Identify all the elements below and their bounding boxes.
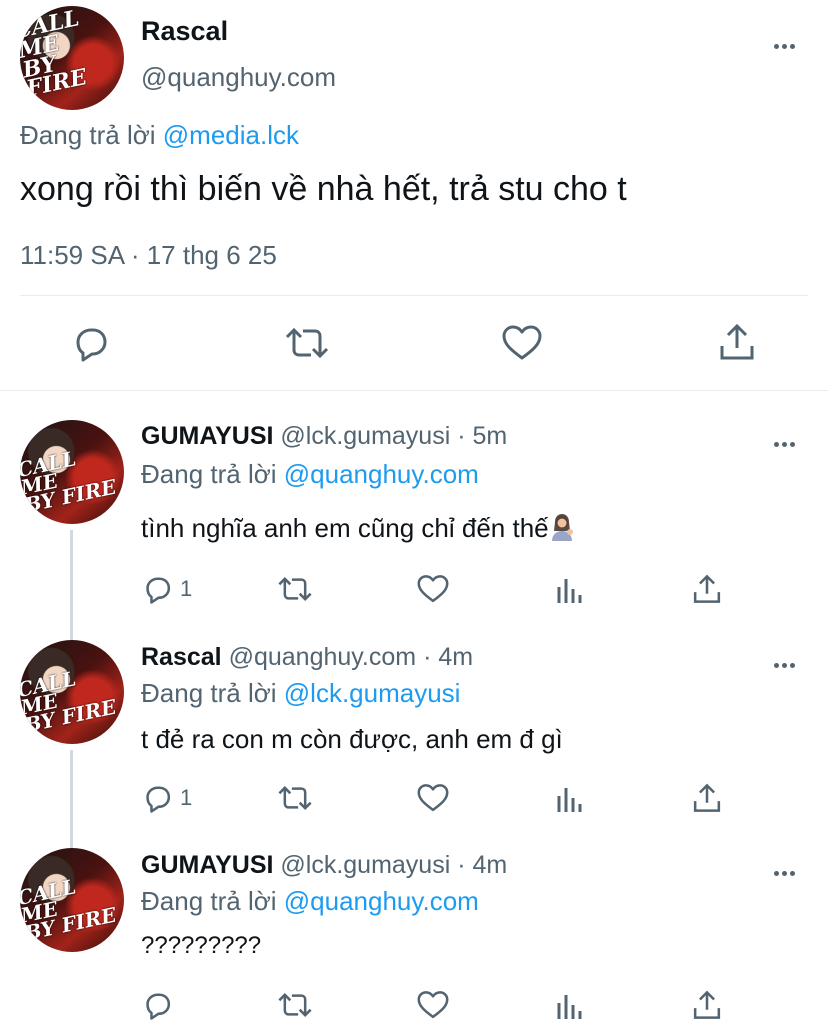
reply-header: GUMAYUSI @lck.gumayusi · 4m [141,851,507,880]
more-icon[interactable] [772,434,796,452]
reply-author-name[interactable]: GUMAYUSI [141,851,273,879]
author-handle[interactable]: @quanghuy.com [141,62,336,93]
mention-link[interactable]: @lck.gumayusi [284,678,461,708]
reply-author-name[interactable]: GUMAYUSI [141,422,273,450]
retweet-icon[interactable] [284,324,330,362]
author-name[interactable]: Rascal [141,16,228,47]
mention-link[interactable]: @quanghuy.com [284,459,479,489]
like-icon[interactable] [416,574,450,604]
reply-text: t đẻ ra con m còn được, anh em đ gì [141,724,563,754]
reply-avatar[interactable]: CALL ME BY FIRE [20,848,124,952]
retweet-icon[interactable] [277,990,313,1020]
like-icon[interactable] [501,324,543,362]
avatar[interactable]: CALL ME BY FIRE [20,6,124,110]
replying-prefix: Đang trả lời [141,459,284,489]
reply-icon[interactable] [70,324,110,362]
section-divider [0,390,828,391]
reply-count: 1 [180,785,193,810]
mention-link[interactable]: @quanghuy.com [284,886,479,916]
retweet-icon[interactable] [277,574,313,604]
reply-header: Rascal @quanghuy.com · 4m [141,643,473,672]
tweet-timestamp[interactable]: 11:59 SA · 17 thg 6 25 [20,240,277,271]
reply-author-name[interactable]: Rascal [141,643,222,671]
reply-replying-to: Đang trả lời @lck.gumayusi [141,678,460,709]
like-icon[interactable] [416,783,450,813]
tweet-text: xong rồi thì biến về nhà hết, trả stu ch… [20,170,627,208]
like-icon[interactable] [416,990,450,1020]
share-icon[interactable] [692,989,722,1021]
replying-prefix: Đang trả lời [141,886,284,916]
reply-text-row: tình nghĩa anh em cũng chỉ đến thế [141,513,575,548]
reply-icon[interactable] [141,990,173,1020]
analytics-icon[interactable] [556,575,584,605]
reply-text: ????????? [141,932,262,959]
reply-avatar[interactable]: CALL ME BY FIRE [20,420,124,524]
analytics-icon[interactable] [556,991,584,1021]
more-icon[interactable] [772,36,796,54]
mention-link[interactable]: @media.lck [163,120,299,150]
more-icon[interactable] [772,655,796,673]
replying-prefix: Đang trả lời [141,678,284,708]
reply-time[interactable]: · 5m [457,422,507,450]
reply-replying-to: Đang trả lời @quanghuy.com [141,459,479,490]
reply-time[interactable]: · 4m [423,643,473,671]
reply-time[interactable]: · 4m [457,851,507,879]
share-icon[interactable] [718,322,756,362]
reply-replying-to: Đang trả lời @quanghuy.com [141,886,479,917]
reply-text: tình nghĩa anh em cũng chỉ đến thế [141,513,549,543]
more-icon[interactable] [772,863,796,881]
woman-tipping-hand-icon [549,513,575,548]
replying-to: Đang trả lời @media.lck [20,120,299,151]
reply-handle[interactable]: @lck.gumayusi [280,851,450,879]
reply-header: GUMAYUSI @lck.gumayusi · 5m [141,422,507,451]
thread-line [70,530,73,640]
reply-avatar[interactable]: CALL ME BY FIRE [20,640,124,744]
replying-prefix: Đang trả lời [20,120,163,150]
divider [20,295,808,296]
reply-icon[interactable] [141,783,173,813]
thread-line [70,750,73,850]
reply-handle[interactable]: @lck.gumayusi [280,422,450,450]
share-icon[interactable] [692,782,722,814]
analytics-icon[interactable] [556,784,584,814]
reply-handle[interactable]: @quanghuy.com [229,643,417,671]
reply-count: 1 [180,576,193,601]
share-icon[interactable] [692,573,722,605]
reply-icon[interactable] [141,574,173,604]
retweet-icon[interactable] [277,783,313,813]
